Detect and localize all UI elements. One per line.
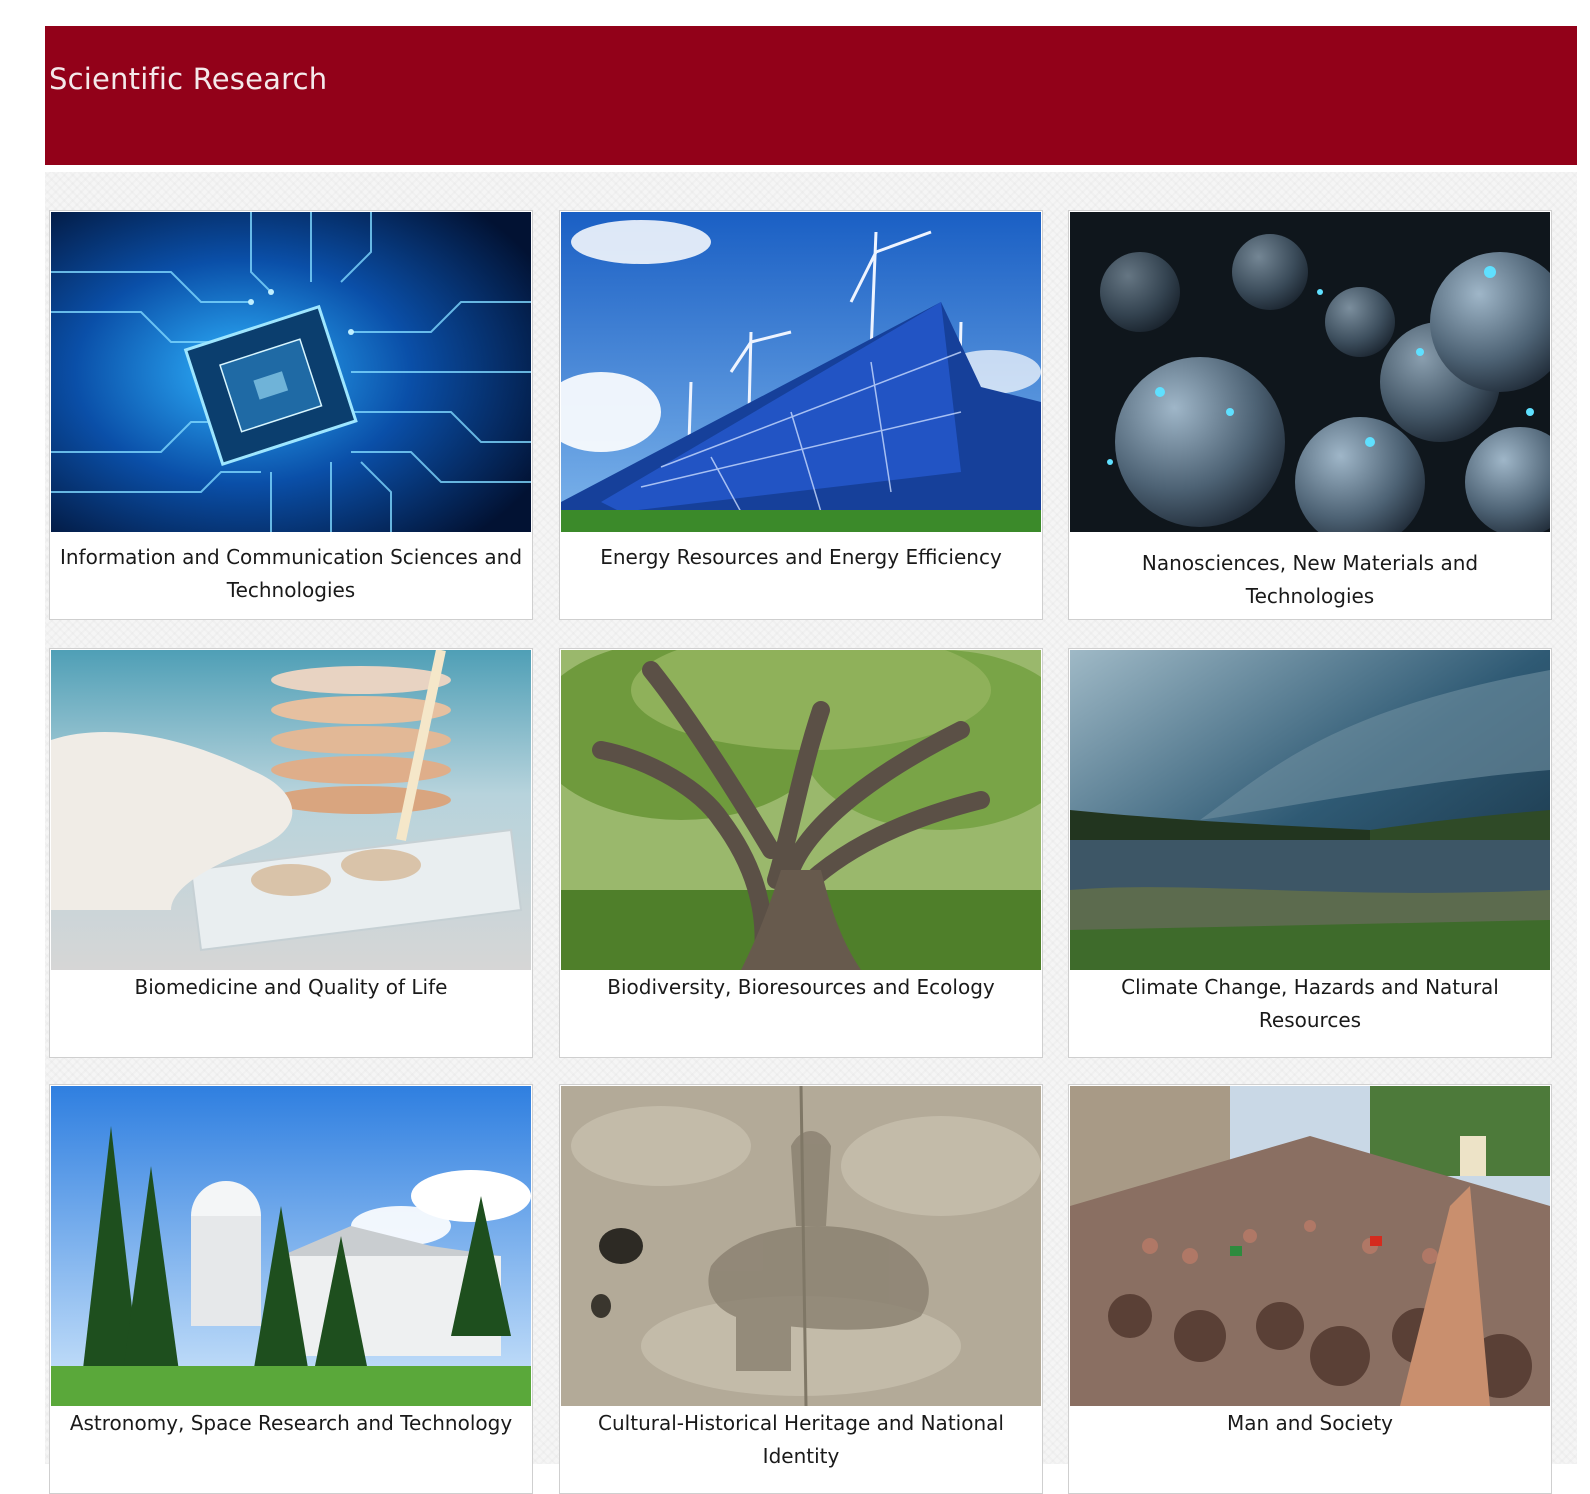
research-card-nano[interactable]: Nanosciences, New Materials and Technolo… (1068, 210, 1552, 620)
research-card-ict[interactable]: Information and Communication Sciences a… (49, 210, 533, 620)
observatory-image[interactable] (51, 1086, 531, 1406)
research-card-biomedicine[interactable]: Biomedicine and Quality of Life (49, 648, 533, 1058)
storm-river-image[interactable] (1070, 650, 1550, 970)
research-card-astronomy[interactable]: Astronomy, Space Research and Technology (49, 1084, 533, 1494)
page-header: Scientific Research (45, 26, 1577, 165)
oak-tree-image[interactable] (561, 650, 1041, 970)
research-card-biodiversity[interactable]: Biodiversity, Bioresources and Ecology (559, 648, 1043, 1058)
circuit-board-image[interactable] (51, 212, 531, 532)
research-card-heritage[interactable]: Cultural-Historical Heritage and Nationa… (559, 1084, 1043, 1494)
research-card-society[interactable]: Man and Society (1068, 1084, 1552, 1494)
research-card-climate[interactable]: Climate Change, Hazards and Natural Reso… (1068, 648, 1552, 1058)
card-caption[interactable]: Energy Resources and Energy Efficiency (566, 541, 1036, 574)
research-card-energy[interactable]: Energy Resources and Energy Efficiency (559, 210, 1043, 620)
card-caption[interactable]: Nanosciences, New Materials and Technolo… (1075, 547, 1545, 613)
nano-spheres-image[interactable] (1070, 212, 1550, 532)
card-caption[interactable]: Biodiversity, Bioresources and Ecology (566, 971, 1036, 1004)
solar-panels-image[interactable] (561, 212, 1041, 532)
page-title: Scientific Research (49, 62, 328, 96)
card-caption[interactable]: Climate Change, Hazards and Natural Reso… (1075, 971, 1545, 1037)
card-caption[interactable]: Man and Society (1075, 1407, 1545, 1440)
rock-relief-image[interactable] (561, 1086, 1041, 1406)
crowd-image[interactable] (1070, 1086, 1550, 1406)
card-caption[interactable]: Astronomy, Space Research and Technology (56, 1407, 526, 1440)
card-caption[interactable]: Biomedicine and Quality of Life (56, 971, 526, 1004)
card-caption[interactable]: Cultural-Historical Heritage and Nationa… (566, 1407, 1036, 1473)
laboratory-image[interactable] (51, 650, 531, 970)
card-caption[interactable]: Information and Communication Sciences a… (56, 541, 526, 607)
